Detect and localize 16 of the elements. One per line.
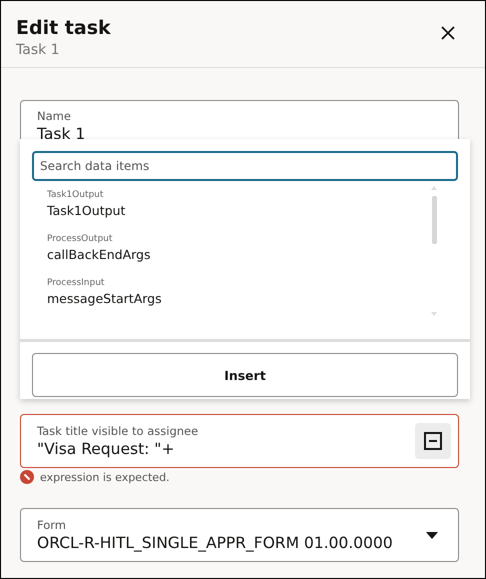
- data-item[interactable]: ProcessInput messageStartArgs: [47, 274, 430, 318]
- scrollbar[interactable]: [430, 186, 438, 316]
- error-icon: [20, 470, 34, 484]
- search-field[interactable]: Search data items: [32, 151, 458, 181]
- data-item[interactable]: ProcessOutput callBackEndArgs: [47, 230, 430, 274]
- collapse-button[interactable]: [415, 423, 451, 459]
- data-item[interactable]: Task1Output Task1Output: [47, 186, 430, 230]
- form-select[interactable]: Form ORCL-R-HITL_SINGLE_APPR_FORM 01.00.0000: [20, 508, 459, 562]
- error-message: expression is expected.: [40, 470, 170, 484]
- task-title-field[interactable]: Task title visible to assignee "Visa Request: "+: [20, 414, 459, 468]
- close-icon[interactable]: [441, 26, 455, 40]
- dialog-subtitle: Task 1: [16, 41, 61, 60]
- dialog-title: Edit task: [16, 16, 111, 40]
- insert-button[interactable]: Insert: [32, 353, 458, 397]
- minus-box-icon: [424, 432, 442, 450]
- caret-icon: [426, 532, 438, 538]
